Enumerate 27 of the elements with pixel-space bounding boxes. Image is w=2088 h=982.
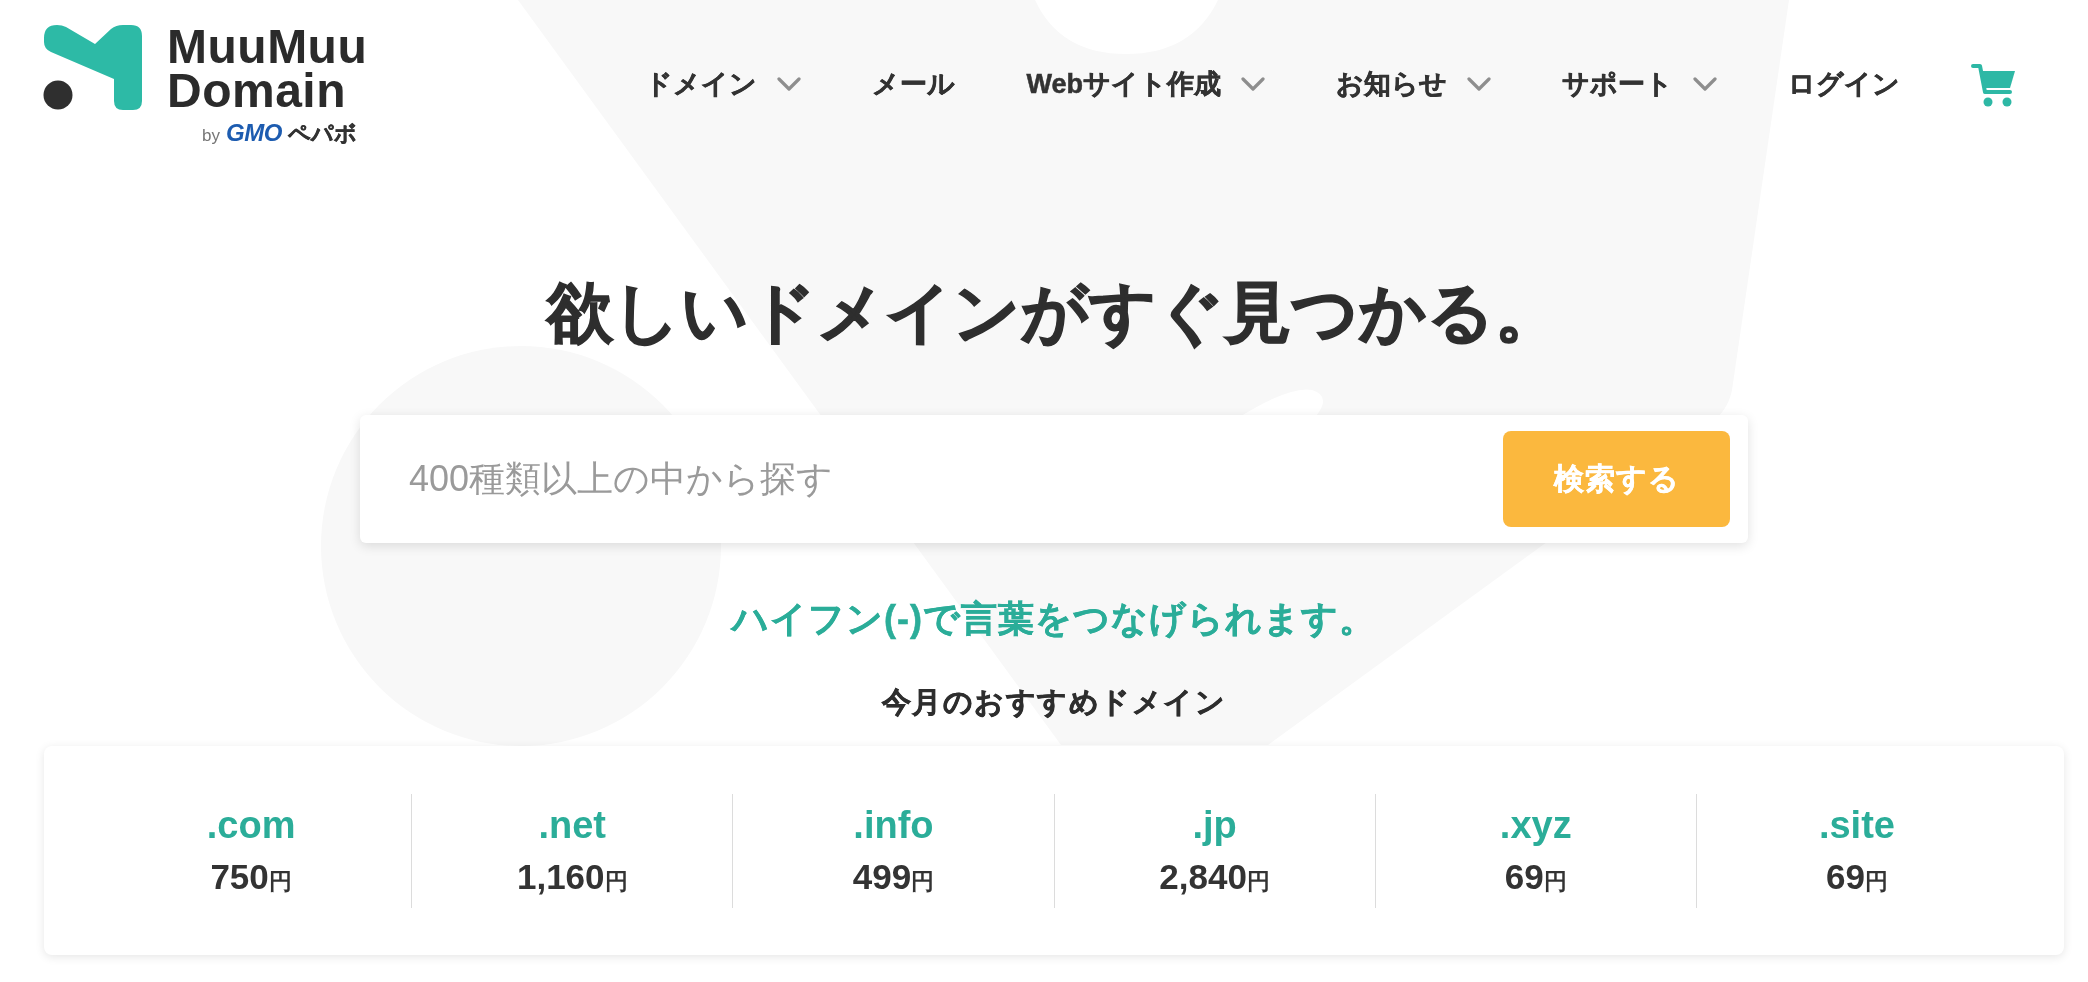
company-logo-text: GMO <box>225 121 282 145</box>
nav-link[interactable]: メール <box>872 66 956 102</box>
section-title: 今月のおすすめドメイン <box>881 685 1227 720</box>
domain-extension: .com <box>206 802 296 847</box>
domain-price: 69円 <box>1504 857 1567 898</box>
hint-text: ハイフン(-)で言葉をつなげられます。 <box>732 597 1376 640</box>
domain-price: 2,840円 <box>1159 857 1270 898</box>
nav-link[interactable]: ドメイン <box>645 66 802 102</box>
domain-price: 1,160円 <box>516 857 628 898</box>
nav-link[interactable]: ログイン <box>1788 66 1900 102</box>
domain-extension: .xyz <box>1499 802 1572 847</box>
nav-link[interactable]: お知らせ <box>1336 66 1491 102</box>
nav-link[interactable]: サポート <box>1562 66 1717 102</box>
hero-title: 欲しいドメインがすぐ見つかる。 <box>547 274 1561 351</box>
logo-wordmark: MuuMuu Domain <box>167 25 368 113</box>
domain-price: 499円 <box>852 857 935 898</box>
domain-price: 750円 <box>210 857 292 898</box>
domain-extension: .jp <box>1192 802 1237 847</box>
domain-extension: .net <box>538 802 607 847</box>
byline-prefix: by <box>202 125 220 147</box>
search-input[interactable]: 400種類以上の中から探す <box>360 415 1503 543</box>
domain-extension: .site <box>1818 802 1895 847</box>
company-kana-text: ペパボ <box>287 122 357 146</box>
domain-extension: .info <box>853 802 934 847</box>
logo-icon[interactable] <box>43 24 143 112</box>
nav-link[interactable]: Webサイト作成 <box>1026 66 1265 102</box>
domain-price: 69円 <box>1825 857 1888 898</box>
